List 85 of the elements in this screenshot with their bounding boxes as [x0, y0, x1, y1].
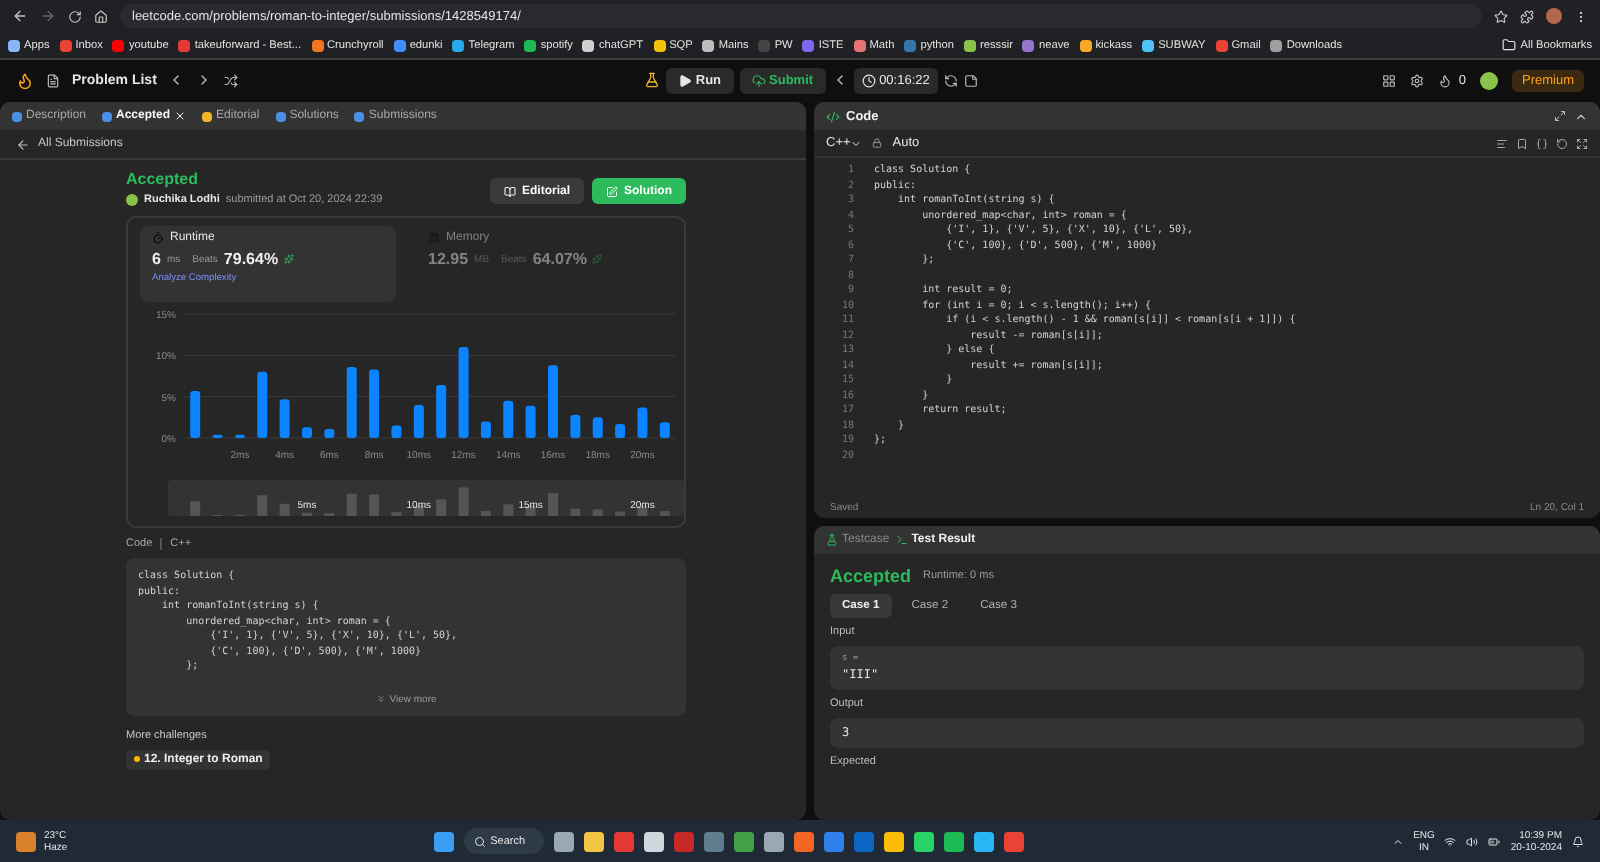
taskbar-app-icon[interactable]	[914, 831, 935, 851]
settings-icon[interactable]	[1410, 73, 1425, 87]
start-icon[interactable]	[434, 831, 455, 851]
chart-bar	[637, 407, 648, 438]
status-text: Accepted	[126, 170, 201, 188]
beats-percent: 64.07%	[532, 250, 587, 268]
star-icon[interactable]	[1494, 9, 1508, 23]
chart-bar	[592, 417, 603, 438]
chart-bar	[302, 427, 312, 438]
chart-bar	[548, 365, 558, 438]
chart-bar	[570, 414, 581, 438]
chart-bar	[436, 385, 447, 438]
chevron-up-icon[interactable]	[1391, 835, 1404, 847]
badge-icon	[284, 254, 295, 264]
chart-bar	[503, 400, 514, 438]
chart-bar	[659, 422, 670, 438]
taskbar-app-icon[interactable]	[764, 831, 785, 851]
taskbar-app-icon[interactable]	[584, 831, 605, 851]
flask-icon	[826, 534, 838, 546]
back-icon[interactable]	[12, 8, 28, 24]
taskbar-app-icon[interactable]	[974, 831, 995, 851]
wifi-icon	[1444, 835, 1457, 847]
folder-icon	[1502, 38, 1517, 52]
chart-bar	[413, 404, 424, 438]
metric-value: 12.95	[428, 250, 469, 268]
chart-bar	[324, 428, 335, 438]
chart-bar	[525, 405, 536, 438]
book-icon	[503, 185, 516, 197]
chart-bar	[279, 399, 290, 438]
flame-logo-icon	[16, 71, 34, 89]
layout-icon[interactable]	[1382, 73, 1397, 87]
taskbar-app-icon[interactable]	[644, 831, 665, 851]
close-icon[interactable]	[174, 110, 187, 122]
forward-icon[interactable]	[40, 8, 56, 24]
back-arrow-icon[interactable]	[16, 137, 30, 151]
search-icon	[474, 835, 487, 847]
format-icon[interactable]	[1496, 137, 1508, 149]
debug-icon[interactable]	[643, 72, 660, 88]
chart-bar	[190, 390, 201, 438]
braces-icon[interactable]	[1536, 137, 1548, 149]
clock-icon	[861, 73, 876, 87]
puzzle-icon[interactable]	[1520, 9, 1534, 23]
weather-icon[interactable]	[16, 831, 36, 851]
shuffle-icon[interactable]	[224, 73, 239, 87]
taskbar-app-icon[interactable]	[734, 831, 755, 851]
reload-icon[interactable]	[68, 9, 82, 23]
chart-bar	[257, 371, 268, 438]
code-icon	[826, 109, 840, 123]
taskbar-app-icon[interactable]	[794, 831, 815, 851]
taskbar-app-icon[interactable]	[554, 831, 575, 851]
chart-bar	[391, 425, 402, 438]
terminal-icon	[895, 534, 908, 546]
taskbar-app-icon[interactable]	[944, 831, 965, 851]
play-icon	[677, 73, 692, 87]
menu-icon[interactable]	[1574, 9, 1588, 23]
bookmark-icon[interactable]	[1516, 137, 1528, 149]
profile-avatar[interactable]	[1546, 8, 1562, 24]
badge-icon	[592, 254, 603, 264]
beats-percent: 79.64%	[223, 250, 279, 268]
reset-icon[interactable]	[943, 73, 958, 87]
chevron-down-icon	[850, 137, 863, 149]
author-avatar	[126, 194, 138, 206]
timer-icon	[152, 232, 164, 244]
lock-icon	[872, 138, 883, 148]
metric-value: 6	[152, 250, 161, 268]
result-status: Accepted	[830, 566, 912, 586]
taskbar-app-icon[interactable]	[884, 831, 905, 851]
double-chevron-icon	[375, 694, 386, 704]
note-icon[interactable]	[963, 73, 978, 87]
home-icon[interactable]	[94, 9, 108, 23]
battery-icon	[1488, 835, 1501, 847]
chart-bar	[369, 369, 380, 438]
pen-icon	[606, 185, 618, 197]
chart-bar	[480, 421, 491, 438]
bell-icon[interactable]	[1571, 835, 1584, 847]
chart-bar	[458, 347, 469, 438]
volume-icon	[1466, 835, 1479, 847]
chart-bar	[346, 366, 357, 438]
chevron-up-icon[interactable]	[1574, 109, 1588, 123]
streak-icon	[1438, 73, 1453, 87]
chart-bar	[615, 423, 626, 438]
list-icon	[46, 73, 60, 87]
undo-icon[interactable]	[1556, 137, 1568, 149]
cloud-upload-icon	[751, 73, 766, 87]
user-avatar[interactable]	[1479, 71, 1498, 89]
